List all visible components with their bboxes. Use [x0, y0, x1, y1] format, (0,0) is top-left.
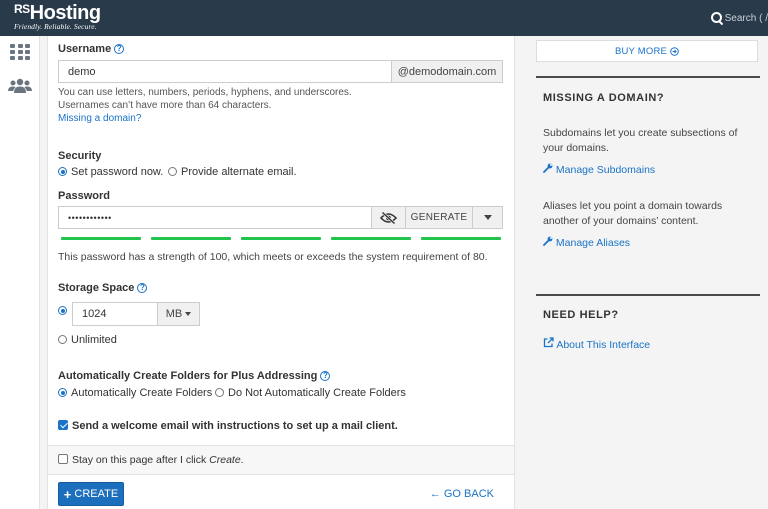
strength-segment	[331, 237, 411, 240]
security-set-now-option[interactable]: Set password now.	[58, 166, 163, 178]
left-nav	[0, 36, 40, 509]
generate-options-button[interactable]	[472, 206, 503, 229]
manage-aliases-link[interactable]: Manage Aliases	[543, 236, 630, 249]
subdomains-description: Subdomains let you create subsections of…	[543, 127, 738, 154]
password-strength-message: This password has a strength of 100, whi…	[58, 251, 488, 263]
about-interface-link[interactable]: About This Interface	[543, 337, 650, 351]
main-form: Username? demo @demodomain.com You can u…	[47, 36, 515, 509]
go-back-link[interactable]: ← GO BACK	[430, 488, 494, 500]
strength-segment	[151, 237, 231, 240]
username-input[interactable]: demo	[58, 60, 392, 83]
username-label: Username?	[58, 43, 125, 55]
username-help-icon[interactable]: ?	[114, 44, 125, 54]
wrench-icon	[543, 163, 553, 173]
eye-slash-icon	[380, 211, 397, 224]
top-bar: RSHosting Friendly. Reliable. Secure. Se…	[0, 0, 768, 36]
password-strength-meter	[61, 237, 501, 240]
need-help-title: NEED HELP?	[543, 309, 619, 321]
storage-custom-radio[interactable]	[58, 306, 67, 315]
manage-subdomains-link[interactable]: Manage Subdomains	[543, 163, 655, 176]
no-auto-create-folders-option[interactable]: Do Not Automatically Create Folders	[215, 387, 406, 399]
arrow-left-icon: ←	[429, 488, 444, 500]
username-hint-2: Usernames can’t have more than 64 charac…	[58, 100, 272, 111]
external-link-icon	[543, 337, 554, 348]
arrow-circle-right-icon	[670, 46, 679, 56]
aliases-description: Aliases let you point a domain towards a…	[543, 200, 723, 227]
password-label: Password	[58, 190, 110, 202]
toggle-visibility-button[interactable]	[371, 206, 406, 229]
caret-down-icon	[483, 215, 492, 220]
username-hint-1: You can use letters, numbers, periods, h…	[58, 87, 352, 98]
no-auto-create-radio[interactable]	[215, 388, 224, 397]
alternate-email-radio[interactable]	[168, 167, 177, 176]
strength-segment	[61, 237, 141, 240]
stay-on-page-option[interactable]: Stay on this page after I click Create.	[58, 454, 244, 466]
storage-unit-select[interactable]: MB	[157, 302, 200, 326]
storage-quota-input[interactable]: 1024	[72, 302, 158, 326]
brand-tagline: Friendly. Reliable. Secure.	[14, 22, 97, 31]
search-box[interactable]: Search ( /	[710, 8, 768, 28]
password-input[interactable]: ••••••••••••	[58, 206, 372, 229]
unlimited-radio[interactable]	[58, 335, 67, 344]
apps-grid-icon[interactable]	[10, 44, 30, 60]
logo[interactable]: RSHosting Friendly. Reliable. Secure.	[14, 3, 101, 31]
plus-addressing-help-icon[interactable]: ?	[320, 371, 331, 381]
missing-domain-link[interactable]: Missing a domain?	[58, 112, 141, 125]
plus-icon: +	[63, 486, 72, 502]
welcome-email-option[interactable]: Send a welcome email with instructions t…	[58, 420, 398, 432]
storage-help-icon[interactable]: ?	[137, 283, 148, 293]
brand-main: Hosting	[29, 2, 101, 24]
set-now-radio[interactable]	[58, 167, 67, 176]
brand-prefix: RS	[14, 2, 30, 16]
auto-create-radio[interactable]	[58, 388, 67, 397]
security-alternate-email-option[interactable]: Provide alternate email.	[168, 166, 297, 178]
section-divider	[536, 294, 760, 296]
plus-addressing-label: Automatically Create Folders for Plus Ad…	[58, 370, 331, 382]
generate-button[interactable]: GENERATE	[405, 206, 473, 229]
strength-segment	[241, 237, 321, 240]
auto-create-folders-option[interactable]: Automatically Create Folders	[58, 387, 212, 399]
buy-more-button[interactable]: BUY MORE	[536, 40, 758, 62]
storage-unlimited-option[interactable]: Unlimited	[58, 334, 117, 346]
section-divider	[536, 76, 760, 78]
caret-down-icon	[185, 312, 192, 316]
stay-on-page-checkbox[interactable]	[58, 454, 68, 464]
search-icon	[710, 11, 722, 25]
users-icon[interactable]	[8, 78, 32, 94]
wrench-icon	[543, 236, 553, 246]
storage-space-label: Storage Space?	[58, 282, 148, 294]
domain-suffix: @demodomain.com	[391, 60, 503, 83]
strength-segment	[421, 237, 501, 240]
brand-name: RSHosting	[14, 3, 101, 23]
welcome-email-checkbox[interactable]	[58, 420, 68, 430]
missing-domain-title: MISSING A DOMAIN?	[543, 92, 665, 104]
create-button[interactable]: + CREATE	[58, 482, 124, 506]
search-placeholder: Search ( /	[724, 12, 768, 24]
security-label: Security	[58, 150, 102, 162]
right-sidebar: BUY MORE MISSING A DOMAIN? Subdomains le…	[516, 36, 768, 509]
